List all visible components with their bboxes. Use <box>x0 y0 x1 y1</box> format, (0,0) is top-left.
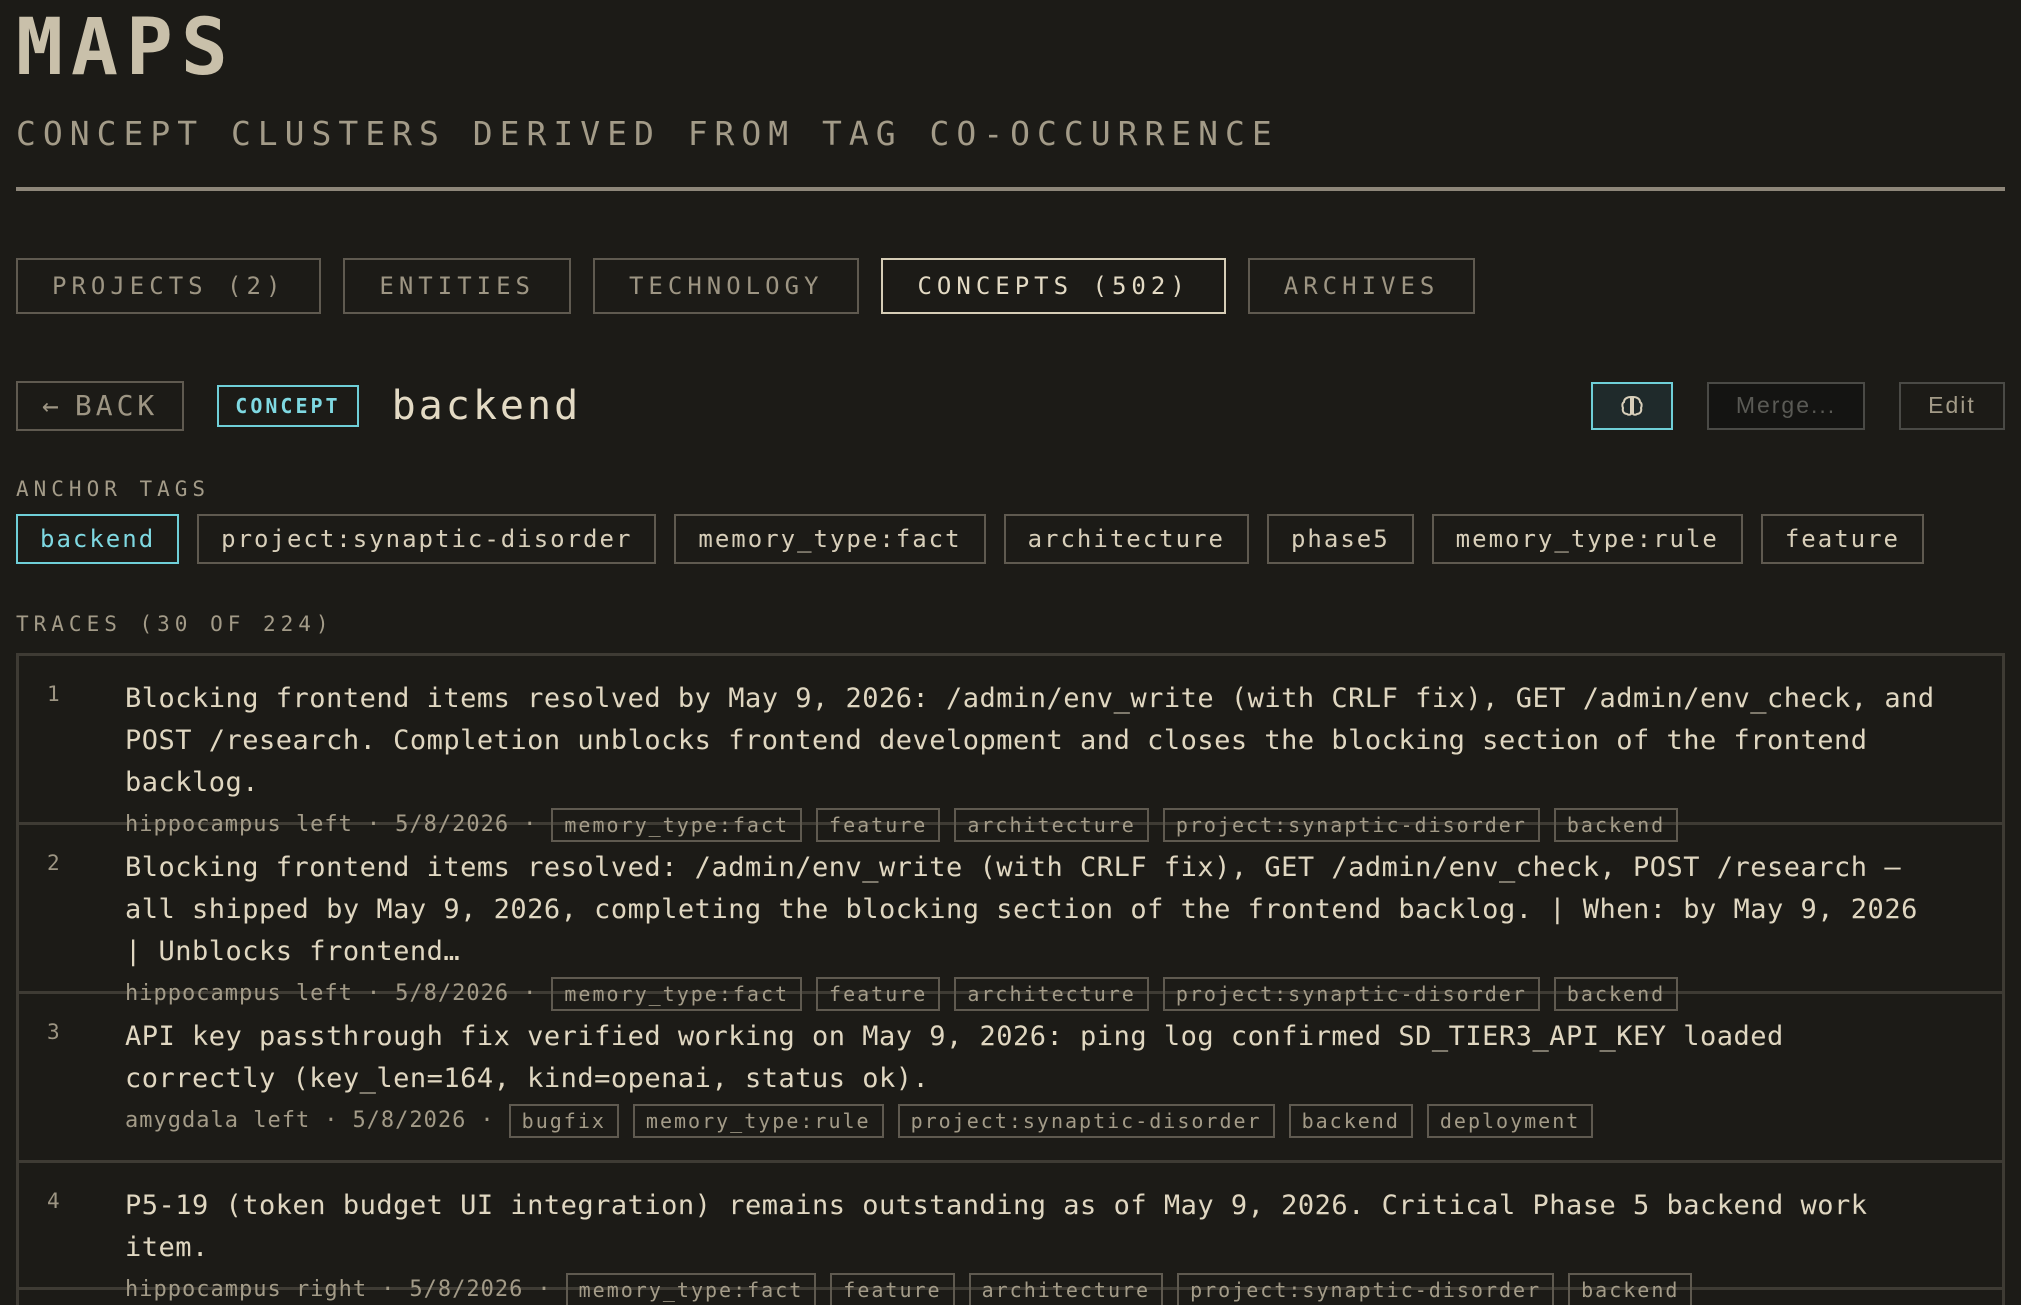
trace-tag[interactable]: memory_type:rule <box>632 1103 884 1138</box>
arrow-left-icon: ← <box>42 389 63 423</box>
trace-date: 5/8/2026 <box>352 1108 467 1134</box>
tab-entities[interactable]: ENTITIES <box>343 257 571 314</box>
page-header: MAPS CONCEPT CLUSTERS DERIVED FROM TAG C… <box>16 0 2005 191</box>
back-label: BACK <box>74 389 159 423</box>
concept-detail-bar: ← BACK CONCEPT backend Merge... Edit <box>16 380 2005 431</box>
anchor-tag-feature[interactable]: feature <box>1760 513 1925 564</box>
anchor-tag-phase5[interactable]: phase5 <box>1266 513 1414 564</box>
tab-concepts[interactable]: CONCEPTS (502) <box>881 257 1226 314</box>
brain-view-button[interactable] <box>1591 381 1673 430</box>
tab-technology[interactable]: TECHNOLOGY <box>592 257 860 314</box>
trace-tag[interactable]: backend <box>1288 1103 1413 1138</box>
anchor-tag-list: backend project:synaptic-disorder memory… <box>16 513 2005 564</box>
trace-item[interactable]: 1 Blocking frontend items resolved by Ma… <box>16 655 2005 842</box>
concept-actions: Merge... Edit <box>1591 381 2005 431</box>
concept-name: backend <box>391 382 582 429</box>
trace-meta: amygdala left · 5/8/2026 · bugfix memory… <box>125 1103 1942 1138</box>
anchor-tag-memory-rule[interactable]: memory_type:rule <box>1431 513 1743 564</box>
trace-item[interactable]: 2 Blocking frontend items resolved: /adm… <box>16 824 2005 1011</box>
trace-number: 4 <box>47 1188 60 1213</box>
anchor-tag-architecture[interactable]: architecture <box>1003 513 1249 564</box>
page-subtitle: CONCEPT CLUSTERS DERIVED FROM TAG CO-OCC… <box>16 113 1279 153</box>
trace-tag[interactable]: project:synaptic-disorder <box>897 1103 1275 1138</box>
trace-number: 2 <box>47 850 60 875</box>
trace-number: 1 <box>47 681 60 706</box>
concept-type-badge: CONCEPT <box>217 384 359 427</box>
trace-tag[interactable]: deployment <box>1426 1103 1594 1138</box>
maps-page: MAPS CONCEPT CLUSTERS DERIVED FROM TAG C… <box>0 0 2021 1305</box>
traces-label: TRACES (30 OF 224) <box>16 611 334 636</box>
trace-tag[interactable]: bugfix <box>508 1103 619 1138</box>
trace-text: P5-19 (token budget UI integration) rema… <box>125 1189 1868 1263</box>
meta-separator: · <box>324 1108 339 1134</box>
trace-list: 1 Blocking frontend items resolved by Ma… <box>16 652 2005 1305</box>
header-divider <box>16 186 2005 191</box>
tab-projects[interactable]: PROJECTS (2) <box>16 257 322 314</box>
trace-text: API key passthrough fix verified working… <box>125 1020 1784 1094</box>
trace-number: 3 <box>47 1019 60 1044</box>
trace-source: amygdala left <box>125 1108 311 1134</box>
trace-text: Blocking frontend items resolved: /admin… <box>125 851 1918 967</box>
trace-item[interactable]: 5 <box>16 1289 2005 1305</box>
anchor-tag-project[interactable]: project:synaptic-disorder <box>197 513 657 564</box>
back-button[interactable]: ← BACK <box>16 380 185 431</box>
meta-separator: · <box>480 1108 495 1134</box>
trace-item[interactable]: 4 P5-19 (token budget UI integration) re… <box>16 1162 2005 1305</box>
trace-text: Blocking frontend items resolved by May … <box>125 682 1935 798</box>
anchor-tags-label: ANCHOR TAGS <box>16 476 211 501</box>
edit-button[interactable]: Edit <box>1899 381 2005 430</box>
brain-icon <box>1621 395 1643 416</box>
page-title: MAPS <box>16 3 236 93</box>
trace-item[interactable]: 3 API key passthrough fix verified worki… <box>16 993 2005 1163</box>
anchor-tag-memory-fact[interactable]: memory_type:fact <box>674 513 986 564</box>
tab-archives[interactable]: ARCHIVES <box>1247 257 1476 314</box>
category-tabs: PROJECTS (2) ENTITIES TECHNOLOGY CONCEPT… <box>16 257 2005 314</box>
merge-button[interactable]: Merge... <box>1707 381 1865 430</box>
anchor-tag-backend[interactable]: backend <box>16 513 180 564</box>
